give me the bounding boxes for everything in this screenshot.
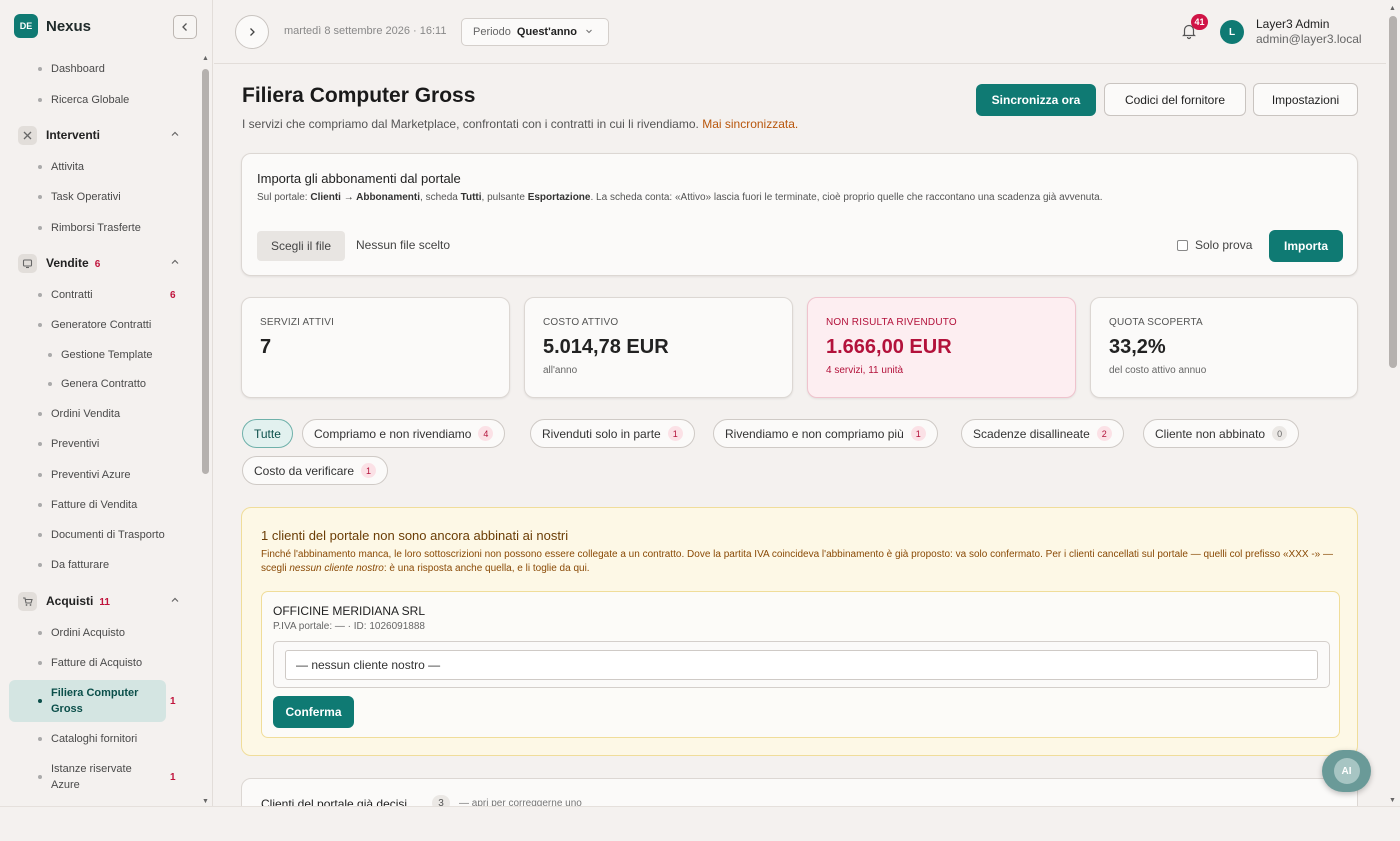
sidebar-item-dashboard[interactable]: Dashboard <box>0 62 198 76</box>
bullet-icon <box>38 563 42 567</box>
sidebar-item-gestione-template[interactable]: Gestione Template <box>0 348 198 362</box>
brand[interactable]: DE Nexus <box>14 14 91 38</box>
notification-count-badge: 41 <box>1191 14 1208 30</box>
collapse-sidebar-button[interactable] <box>173 15 197 39</box>
bullet-icon <box>38 412 42 416</box>
scroll-up-icon[interactable]: ▲ <box>202 55 209 62</box>
sidebar-item-preventivi-azure[interactable]: Preventivi Azure <box>0 468 198 482</box>
period-label: Periodo <box>473 26 511 38</box>
scroll-up-icon[interactable]: ▲ <box>1389 5 1396 12</box>
bullet-icon <box>38 533 42 537</box>
sidebar-item-filiera-computer-gross[interactable]: Filiera Computer Gross 1 <box>0 686 198 716</box>
bullet-icon <box>38 98 42 102</box>
user-name: Layer3 Admin <box>1256 17 1330 31</box>
bullet-icon <box>38 442 42 446</box>
sidebar-item-fatture-acquisto[interactable]: Fatture di Acquisto <box>0 656 198 670</box>
tools-icon <box>18 125 37 145</box>
sidebar-scrollbar[interactable]: ▲ ▼ <box>200 55 212 805</box>
brand-badge: DE <box>14 14 38 38</box>
count-badge: 1 <box>170 771 176 783</box>
chevron-up-icon <box>170 257 180 270</box>
bullet-icon <box>38 67 42 71</box>
section-count-badge: 11 <box>99 597 110 608</box>
bullet-icon <box>38 473 42 477</box>
decided-clients-card[interactable]: Clienti del portale già decisi 3 — apri … <box>241 778 1358 806</box>
bullet-icon <box>38 165 42 169</box>
chevron-left-icon <box>182 23 187 31</box>
section-label: Vendite <box>46 256 89 270</box>
ai-label: AI <box>1333 758 1360 784</box>
bullet-icon <box>38 631 42 635</box>
bullet-icon <box>38 293 42 297</box>
sidebar-item-fatture-vendita[interactable]: Fatture di Vendita <box>0 498 198 512</box>
sidebar-nav: Dashboard Ricerca Globale Interventi Att… <box>0 52 198 806</box>
section-count-badge: 6 <box>94 259 101 270</box>
bullet-icon <box>38 226 42 230</box>
sidebar-item-rimborsi-trasferte[interactable]: Rimborsi Trasferte <box>0 221 198 235</box>
scroll-down-icon[interactable]: ▼ <box>1389 797 1396 804</box>
bullet-icon <box>38 699 42 703</box>
ai-assistant-button[interactable]: AI <box>1322 750 1371 792</box>
chevron-up-icon <box>170 129 180 142</box>
sidebar-item-genera-contratto[interactable]: Genera Contratto <box>0 377 198 391</box>
bullet-icon <box>38 737 42 741</box>
bullet-icon <box>38 503 42 507</box>
chevron-up-icon <box>170 595 180 608</box>
avatar[interactable]: L <box>1220 20 1244 44</box>
sidebar-item-ordini-acquisto[interactable]: Ordini Acquisto <box>0 626 198 640</box>
brand-name: Nexus <box>46 17 92 35</box>
sidebar-item-attivita[interactable]: Attivita <box>0 160 198 174</box>
main-scroll-viewport: Clienti del portale già decisi 3 — apri … <box>214 65 1386 806</box>
sidebar-item-da-fatturare[interactable]: Da fatturare <box>0 558 198 572</box>
sidebar-item-task-operativi[interactable]: Task Operativi <box>0 190 198 204</box>
count-badge: 6 <box>170 289 176 301</box>
bullet-icon <box>38 661 42 665</box>
cart-icon <box>18 591 37 611</box>
chevron-down-icon <box>585 27 593 37</box>
chevron-right-icon <box>250 28 255 36</box>
sidebar-item-documenti-trasporto[interactable]: Documenti di Trasporto <box>0 528 198 542</box>
scrollbar-thumb[interactable] <box>1389 16 1397 368</box>
sidebar-item-ordini-vendita[interactable]: Ordini Vendita <box>0 407 198 421</box>
count-badge: 1 <box>170 695 176 707</box>
main-scrollbar[interactable]: ▲ ▼ <box>1386 0 1400 806</box>
sidebar-section-vendite[interactable]: Vendite 6 <box>0 250 198 276</box>
decided-count: 3 <box>432 795 450 806</box>
sidebar-item-cataloghi-fornitori[interactable]: Cataloghi fornitori <box>0 732 198 746</box>
user-email: admin@layer3.local <box>1256 32 1362 46</box>
section-label: Acquisti <box>46 594 94 608</box>
window-bottom-strip <box>0 806 1400 841</box>
monitor-icon <box>18 253 37 273</box>
sidebar-item-contratti[interactable]: Contratti 6 <box>0 288 198 302</box>
expand-button[interactable] <box>235 15 269 49</box>
sidebar-item-preventivi[interactable]: Preventivi <box>0 437 198 451</box>
sidebar-item-ricerca-globale[interactable]: Ricerca Globale <box>0 93 198 107</box>
sidebar-item-generatore-contratti[interactable]: Generatore Contratti <box>0 318 198 332</box>
sidebar-section-acquisti[interactable]: Acquisti 11 <box>0 588 198 614</box>
scrollbar-thumb[interactable] <box>202 69 209 474</box>
decided-title: Clienti del portale già decisi <box>261 797 408 806</box>
current-datetime: martedì 8 settembre 2026 · 16:11 <box>284 25 447 37</box>
bullet-icon <box>38 775 42 779</box>
period-value: Quest'anno <box>516 26 577 38</box>
bullet-icon <box>38 195 42 199</box>
period-select[interactable]: Periodo Quest'anno <box>461 18 609 46</box>
sidebar-item-istanze-riservate-azure[interactable]: Istanze riservate Azure 1 <box>0 762 198 792</box>
bullet-icon <box>48 353 52 357</box>
bullet-icon <box>48 382 52 386</box>
sidebar-section-interventi[interactable]: Interventi <box>0 122 198 148</box>
scroll-down-icon[interactable]: ▼ <box>202 798 209 805</box>
topbar: martedì 8 settembre 2026 · 16:11 Periodo… <box>214 0 1386 64</box>
bullet-icon <box>38 323 42 327</box>
sidebar: DE Nexus Dashboard Ricerca Globale Inter… <box>0 0 213 806</box>
decided-hint: — apri per correggerne uno <box>459 798 582 806</box>
